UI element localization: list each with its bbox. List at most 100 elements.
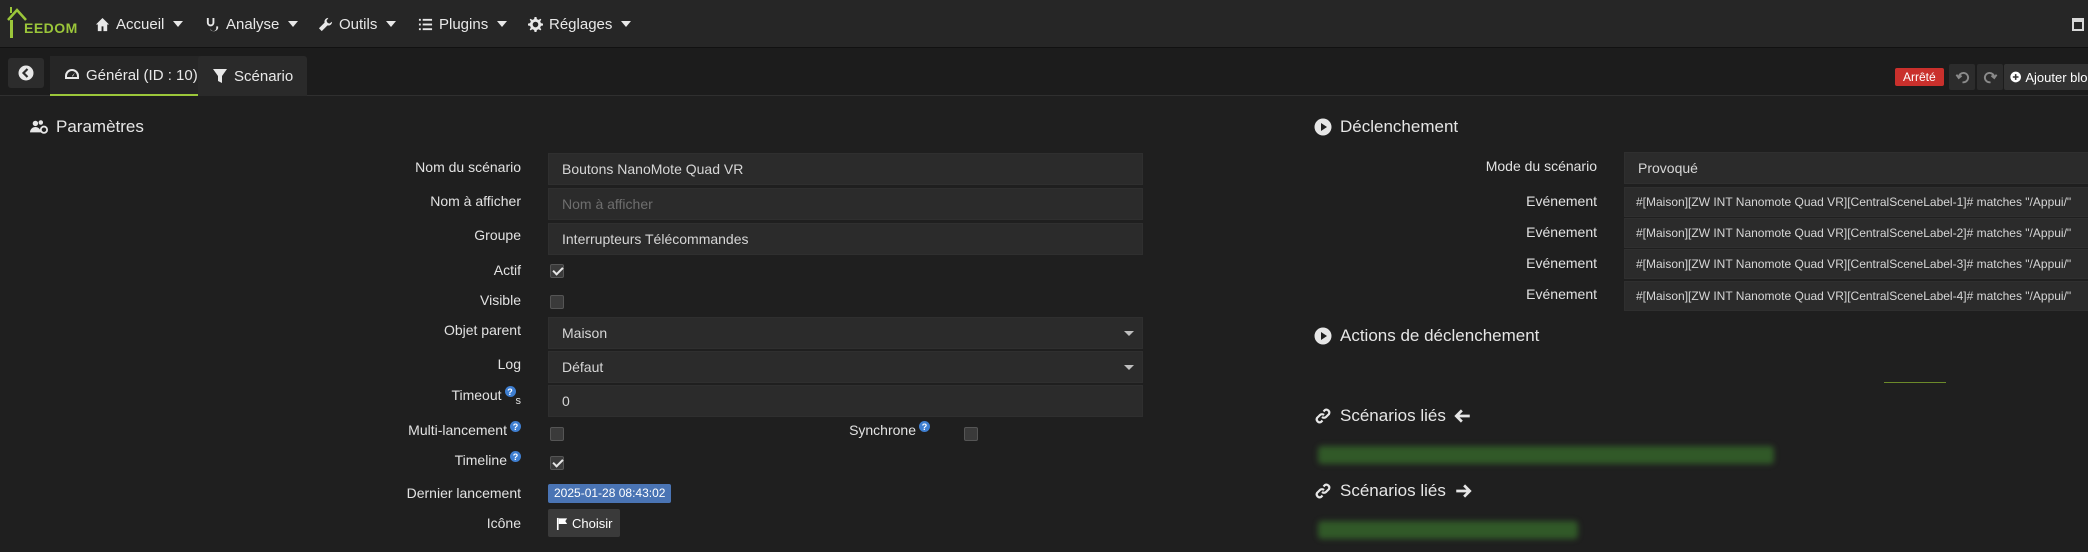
multi-launch-label: Multi-lancement? bbox=[408, 421, 521, 438]
filter-icon bbox=[213, 69, 227, 83]
visible-label: Visible bbox=[480, 292, 521, 308]
scenario-name-input[interactable]: Boutons NanoMote Quad VR bbox=[548, 153, 1143, 185]
nav-analyse-label: Analyse bbox=[226, 15, 280, 33]
event-label-2: Evénement bbox=[1526, 224, 1597, 240]
list-icon bbox=[418, 18, 433, 30]
divider bbox=[1884, 382, 1946, 383]
stethoscope-icon bbox=[206, 17, 219, 31]
jeedom-logo[interactable]: EEDOM bbox=[6, 6, 78, 42]
log-label: Log bbox=[497, 356, 521, 372]
play-circle-icon bbox=[1314, 118, 1332, 136]
display-name-placeholder: Nom à afficher bbox=[562, 196, 653, 212]
linked-out-title: Scénarios liés bbox=[1314, 481, 1472, 501]
help-icon[interactable]: ? bbox=[510, 451, 521, 462]
parent-object-select[interactable]: Maison bbox=[548, 317, 1143, 349]
multi-launch-checkbox[interactable] bbox=[550, 427, 564, 441]
timeout-value: 0 bbox=[562, 393, 570, 409]
visible-checkbox[interactable] bbox=[550, 295, 564, 309]
display-name-input[interactable]: Nom à afficher bbox=[548, 188, 1143, 220]
chevron-down-icon bbox=[497, 21, 508, 27]
active-label: Actif bbox=[493, 262, 521, 278]
mode-select[interactable]: Provoqué bbox=[1624, 152, 2088, 184]
nav-reglages[interactable]: Réglages bbox=[528, 14, 632, 34]
sync-label: Synchrone? bbox=[849, 421, 930, 438]
tab-bar: Général (ID : 10) Scénario bbox=[0, 48, 2088, 96]
display-name-label: Nom à afficher bbox=[430, 193, 521, 209]
chevron-down-icon bbox=[1124, 331, 1134, 336]
trigger-title-text: Déclenchement bbox=[1340, 117, 1459, 136]
active-checkbox[interactable] bbox=[550, 264, 564, 278]
icon-label: Icône bbox=[486, 515, 521, 531]
log-select[interactable]: Défaut bbox=[548, 351, 1143, 383]
parent-object-label: Objet parent bbox=[443, 322, 521, 338]
tab-scenario-label: Scénario bbox=[234, 67, 294, 85]
parent-object-value: Maison bbox=[562, 325, 608, 341]
help-icon[interactable]: ? bbox=[504, 386, 516, 397]
tab-general[interactable]: Général (ID : 10) bbox=[50, 56, 212, 96]
event-input-1[interactable]: #[Maison][ZW INT Nanomote Quad VR][Centr… bbox=[1624, 187, 2088, 217]
tab-scenario[interactable]: Scénario bbox=[198, 56, 308, 96]
linked-in-title: Scénarios liés bbox=[1314, 406, 1472, 426]
group-input[interactable]: Interrupteurs Télécommandes bbox=[548, 223, 1143, 255]
chevron-down-icon bbox=[173, 21, 184, 27]
help-icon[interactable]: ? bbox=[510, 421, 521, 432]
timeline-checkbox[interactable] bbox=[550, 456, 564, 470]
multi-launch-label-text: Multi-lancement bbox=[408, 422, 507, 439]
scenario-name-value: Boutons NanoMote Quad VR bbox=[562, 161, 744, 177]
help-icon[interactable]: ? bbox=[919, 421, 930, 432]
linked-in-title-text: Scénarios liés bbox=[1340, 406, 1446, 425]
link-icon bbox=[1315, 483, 1331, 499]
nav-reglages-label: Réglages bbox=[549, 15, 613, 33]
arrow-left-circle-icon bbox=[18, 65, 34, 81]
mode-label: Mode du scénario bbox=[1485, 158, 1597, 174]
event-value-2: #[Maison][ZW INT Nanomote Quad VR][Centr… bbox=[1636, 226, 2072, 240]
trigger-actions-title-text: Actions de déclenchement bbox=[1340, 326, 1540, 345]
status-badge: Arrêté bbox=[1895, 68, 1944, 86]
chevron-down-icon bbox=[288, 21, 299, 27]
event-value-1: #[Maison][ZW INT Nanomote Quad VR][Centr… bbox=[1636, 195, 2072, 209]
linked-scenario-link[interactable] bbox=[1318, 446, 1774, 464]
nav-accueil[interactable]: Accueil bbox=[95, 14, 184, 34]
window-icon[interactable] bbox=[2072, 18, 2084, 31]
linked-scenario-link[interactable] bbox=[1318, 521, 1578, 539]
arrow-left-icon bbox=[1454, 409, 1470, 423]
redo-button[interactable] bbox=[1977, 64, 2003, 90]
flag-icon bbox=[556, 517, 568, 530]
trigger-title: Déclenchement bbox=[1314, 117, 1458, 137]
log-value: Défaut bbox=[562, 359, 604, 375]
home-icon bbox=[95, 17, 110, 31]
nav-outils[interactable]: Outils bbox=[318, 14, 397, 34]
logo-text: EEDOM bbox=[24, 20, 78, 36]
event-input-4[interactable]: #[Maison][ZW INT Nanomote Quad VR][Centr… bbox=[1624, 281, 2088, 311]
sync-checkbox[interactable] bbox=[964, 427, 978, 441]
linked-out-title-text: Scénarios liés bbox=[1340, 481, 1446, 500]
add-block-button[interactable]: Ajouter bloc bbox=[2004, 64, 2088, 90]
wrench-icon bbox=[318, 17, 333, 31]
undo-icon bbox=[1955, 71, 1969, 83]
last-run-label: Dernier lancement bbox=[406, 485, 521, 501]
event-input-3[interactable]: #[Maison][ZW INT Nanomote Quad VR][Centr… bbox=[1624, 249, 2088, 279]
event-input-2[interactable]: #[Maison][ZW INT Nanomote Quad VR][Centr… bbox=[1624, 218, 2088, 248]
mode-value: Provoqué bbox=[1638, 160, 1698, 176]
timeout-unit: s bbox=[515, 394, 522, 407]
event-value-4: #[Maison][ZW INT Nanomote Quad VR][Centr… bbox=[1636, 289, 2072, 303]
nav-analyse[interactable]: Analyse bbox=[205, 14, 299, 34]
gear-icon bbox=[528, 16, 543, 32]
trigger-actions-title: Actions de déclenchement bbox=[1314, 326, 1539, 346]
nav-plugins[interactable]: Plugins bbox=[418, 14, 508, 34]
chevron-down-icon bbox=[386, 21, 397, 27]
back-button[interactable] bbox=[8, 58, 44, 88]
name-label: Nom du scénario bbox=[415, 159, 521, 175]
add-block-label: Ajouter bloc bbox=[2025, 69, 2088, 85]
timeline-label: Timeline? bbox=[455, 451, 521, 468]
gauge-icon bbox=[65, 69, 79, 79]
timeout-input[interactable]: 0 bbox=[548, 385, 1143, 417]
event-label-4: Evénement bbox=[1526, 286, 1597, 302]
undo-button[interactable] bbox=[1949, 64, 1975, 90]
params-title: Paramètres bbox=[30, 117, 144, 137]
top-navbar: EEDOM Accueil Analyse Outils Plugins Rég… bbox=[0, 0, 2088, 48]
event-label-1: Evénement bbox=[1526, 193, 1597, 209]
choose-icon-button[interactable]: Choisir bbox=[548, 509, 621, 537]
event-label-3: Evénement bbox=[1526, 255, 1597, 271]
link-icon bbox=[1315, 408, 1331, 424]
